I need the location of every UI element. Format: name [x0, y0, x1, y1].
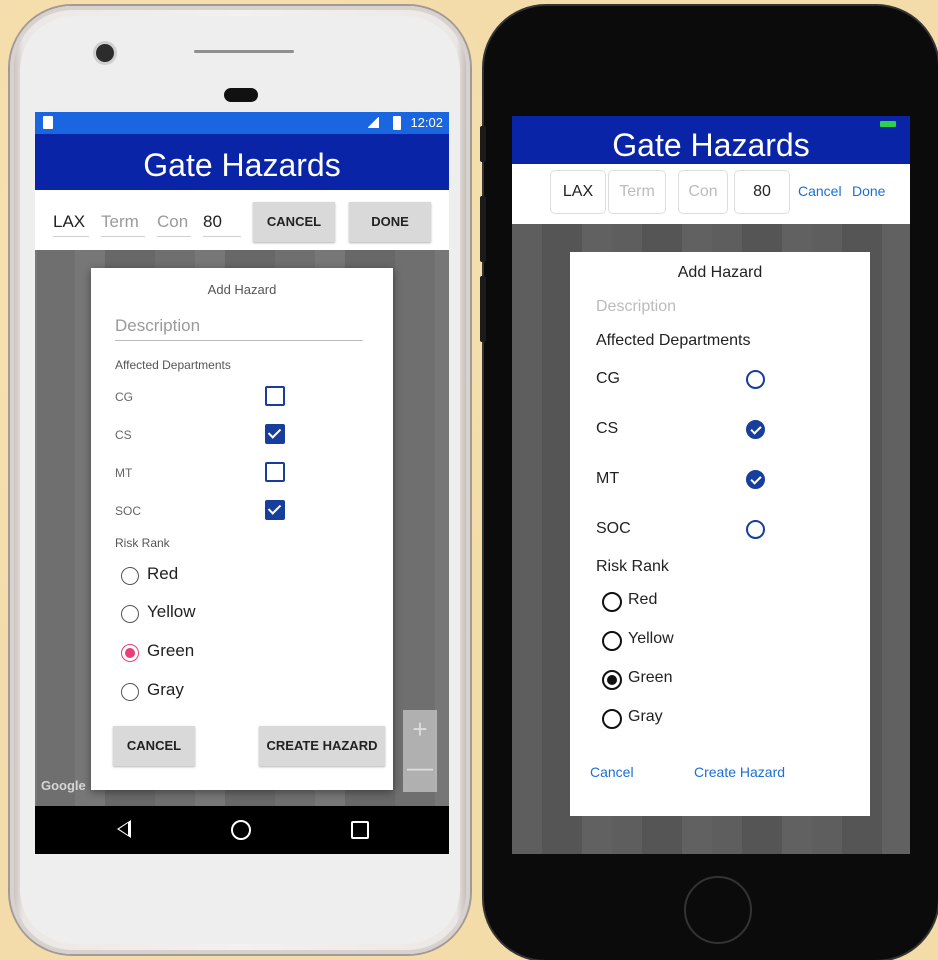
radio-icon: [121, 605, 139, 623]
create-hazard-button[interactable]: Create Hazard: [694, 764, 785, 780]
radio-icon: [121, 567, 139, 585]
department-checkbox-soc[interactable]: [746, 520, 765, 539]
risk-option-label: Gray: [147, 680, 184, 699]
ios-screen: Gate Hazards LAX Term Con 80 Cancel Done…: [512, 116, 910, 854]
terminal-input[interactable]: Term: [608, 170, 666, 214]
gate-input[interactable]: 80: [203, 208, 241, 237]
risk-option-label: Yellow: [147, 602, 196, 621]
department-label: SOC: [115, 504, 142, 518]
risk-option-label: Green: [147, 641, 195, 660]
add-hazard-dialog: Add Hazard Description Affected Departme…: [570, 252, 870, 816]
department-checkbox-cs[interactable]: [746, 420, 765, 439]
map-attribution: Google: [41, 778, 86, 793]
risk-option-label: Red: [628, 591, 658, 608]
departments-label: Affected Departments: [596, 332, 751, 349]
risk-rank-label: Risk Rank: [596, 558, 669, 575]
risk-option-label: Red: [147, 564, 179, 583]
status-bar: [512, 116, 910, 132]
risk-option-label: Green: [628, 669, 673, 686]
risk-option-label: Gray: [628, 708, 663, 725]
volume-down-button: [480, 276, 486, 342]
terminal-input[interactable]: Term: [101, 208, 145, 237]
app-title: Gate Hazards: [35, 134, 449, 190]
toolbar-cancel-button[interactable]: CANCEL: [253, 202, 335, 242]
gate-input[interactable]: 80: [734, 170, 790, 214]
zoom-out-button[interactable]: —: [403, 748, 437, 786]
radio-icon: [602, 631, 622, 651]
status-time: 12:02: [410, 115, 443, 130]
toolbar-cancel-button[interactable]: Cancel: [798, 170, 842, 212]
back-icon[interactable]: [117, 820, 131, 838]
station-input[interactable]: LAX: [53, 208, 89, 237]
gate-toolbar: LAX Term Con 80 CANCEL DONE: [35, 190, 449, 250]
home-button[interactable]: [684, 876, 752, 944]
description-input[interactable]: Description: [115, 316, 363, 341]
gate-toolbar: LAX Term Con 80 Cancel Done: [512, 164, 910, 224]
risk-option-label: Yellow: [628, 630, 674, 647]
volume-up-button: [480, 196, 486, 262]
radio-selected-icon: [121, 644, 139, 662]
department-checkbox-cs[interactable]: [265, 424, 285, 444]
status-bar: 12:02: [35, 112, 449, 134]
description-input[interactable]: Description: [596, 298, 676, 316]
android-phone: 12:02 Gate Hazards LAX Term Con 80 CANCE…: [10, 6, 470, 954]
department-label: SOC: [596, 520, 631, 537]
radio-icon: [602, 709, 622, 729]
station-input[interactable]: LAX: [550, 170, 606, 214]
mute-switch: [480, 126, 486, 162]
department-checkbox-cg[interactable]: [746, 370, 765, 389]
concourse-input[interactable]: Con: [678, 170, 728, 214]
department-label: CG: [596, 370, 620, 387]
earpiece: [224, 88, 258, 102]
sd-card-icon: [43, 116, 53, 129]
department-label: CG: [115, 390, 133, 404]
dialog-cancel-button[interactable]: CANCEL: [113, 726, 195, 766]
signal-icon: [367, 117, 379, 128]
zoom-control[interactable]: + —: [403, 710, 437, 792]
toolbar-done-button[interactable]: DONE: [349, 202, 431, 242]
department-checkbox-mt[interactable]: [746, 470, 765, 489]
home-icon[interactable]: [231, 820, 251, 840]
department-checkbox-mt[interactable]: [265, 462, 285, 482]
zoom-in-button[interactable]: +: [403, 710, 437, 748]
dialog-title: Add Hazard: [677, 264, 763, 281]
add-hazard-dialog: Add Hazard Description Affected Departme…: [91, 268, 393, 790]
android-screen: 12:02 Gate Hazards LAX Term Con 80 CANCE…: [35, 112, 449, 854]
battery-icon: [393, 116, 401, 130]
risk-rank-label: Risk Rank: [115, 536, 170, 550]
radio-icon: [602, 592, 622, 612]
battery-icon: [880, 121, 896, 127]
department-checkbox-cg[interactable]: [265, 386, 285, 406]
recent-apps-icon[interactable]: [351, 821, 369, 839]
iphone: Gate Hazards LAX Term Con 80 Cancel Done…: [480, 6, 938, 960]
department-label: MT: [596, 470, 620, 487]
radio-selected-icon: [602, 670, 622, 690]
dialog-cancel-button[interactable]: Cancel: [590, 764, 634, 780]
department-checkbox-soc[interactable]: [265, 500, 285, 520]
concourse-input[interactable]: Con: [157, 208, 191, 237]
toolbar-done-button[interactable]: Done: [852, 170, 885, 212]
department-label: CS: [115, 428, 132, 442]
navigation-bar: [35, 806, 449, 854]
speaker-grille: [194, 50, 294, 53]
department-label: MT: [115, 466, 133, 480]
department-label: CS: [596, 420, 619, 437]
radio-icon: [121, 683, 139, 701]
departments-label: Affected Departments: [115, 358, 231, 372]
create-hazard-button[interactable]: CREATE HAZARD: [259, 726, 385, 766]
front-camera: [96, 44, 114, 62]
dialog-title: Add Hazard: [207, 282, 277, 297]
